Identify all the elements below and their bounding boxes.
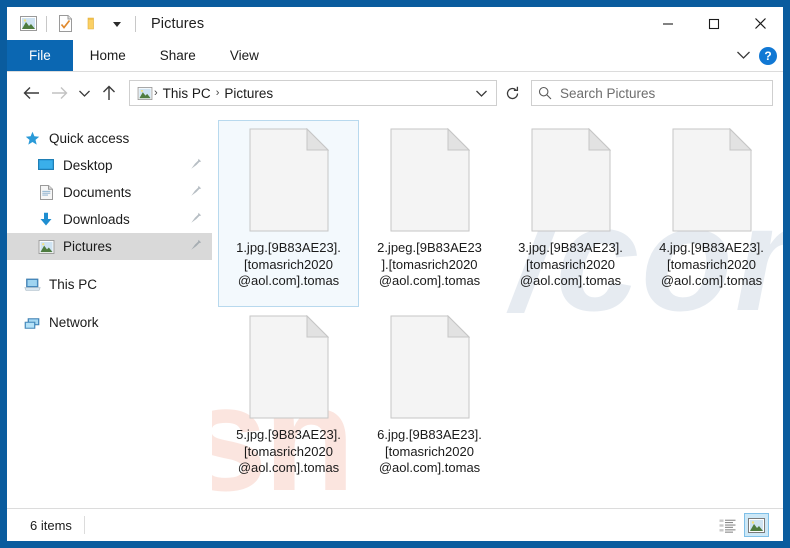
minimize-button[interactable] [645,7,691,40]
chevron-down-icon[interactable] [104,12,130,36]
file-name: 5.jpg.[9B83AE23]. [tomasrich2020 @aol.co… [236,427,341,475]
blank-file-icon [390,314,470,419]
sidebar-item-network[interactable]: Network [7,309,212,336]
search-icon [538,86,552,100]
documents-icon [35,185,57,200]
file-list-pane[interactable]: /com risn 1.jpg.[9B83AE23]. [tomasrich20… [212,114,783,508]
properties-icon[interactable] [52,12,78,36]
file-name: 4.jpg.[9B83AE23]. [tomasrich2020 @aol.co… [659,240,764,288]
help-button[interactable]: ? [759,46,777,65]
file-name: 2.jpeg.[9B83AE23 ].[tomasrich2020 @aol.c… [377,240,482,288]
details-view-button[interactable] [715,513,740,537]
sidebar-label-this-pc: This PC [49,277,98,292]
file-item[interactable]: 5.jpg.[9B83AE23]. [tomasrich2020 @aol.co… [218,307,359,494]
ribbon-tabs: File Home Share View ? [7,40,783,72]
file-name: 6.jpg.[9B83AE23]. [tomasrich2020 @aol.co… [377,427,482,475]
star-icon [21,131,43,146]
blank-file-icon [531,127,611,232]
tab-home[interactable]: Home [73,40,143,71]
sidebar-item-documents[interactable]: Documents [7,179,212,206]
desktop-icon [35,159,57,172]
search-placeholder: Search Pictures [560,85,656,101]
pictures-icon[interactable] [15,12,41,36]
blank-file-icon [390,127,470,232]
file-item[interactable]: 1.jpg.[9B83AE23]. [tomasrich2020 @aol.co… [218,120,359,307]
tab-share[interactable]: Share [143,40,213,71]
downloads-icon [35,212,57,227]
navigation-pane: Quick access Desktop Documents Downloads… [7,114,212,508]
sidebar-label-desktop: Desktop [63,158,113,173]
file-name: 3.jpg.[9B83AE23]. [tomasrich2020 @aol.co… [518,240,623,288]
window-controls [645,7,783,40]
ribbon-right-controls: ? [736,40,777,71]
pin-icon[interactable] [190,211,202,229]
file-item[interactable]: 6.jpg.[9B83AE23]. [tomasrich2020 @aol.co… [359,307,500,494]
blank-file-icon [672,127,752,232]
sidebar-item-this-pc[interactable]: This PC [7,271,212,298]
pin-icon[interactable] [190,238,202,256]
file-grid: 1.jpg.[9B83AE23]. [tomasrich2020 @aol.co… [212,114,783,494]
sidebar-label-downloads: Downloads [63,212,130,227]
title-bar: Pictures [7,7,783,40]
pin-icon[interactable] [190,157,202,175]
this-pc-icon [21,278,43,292]
new-folder-icon[interactable] [78,12,104,36]
blank-file-icon [249,127,329,232]
pictures-icon [35,239,57,254]
sidebar-label-quick-access: Quick access [49,131,130,146]
file-name: 1.jpg.[9B83AE23]. [tomasrich2020 @aol.co… [236,240,341,288]
sidebar-label-pictures: Pictures [63,239,112,254]
quick-access-toolbar [7,12,141,36]
search-input[interactable]: Search Pictures [531,80,773,106]
breadcrumb-this-pc[interactable]: This PC [159,86,215,101]
view-mode-buttons [715,513,775,537]
expand-ribbon-chevron-down-icon[interactable] [736,47,751,65]
sidebar-label-network: Network [49,315,99,330]
pin-icon[interactable] [190,184,202,202]
file-explorer-window: Pictures File Home Share View ? › This P… [0,0,790,548]
tab-file[interactable]: File [7,40,73,71]
large-icons-view-button[interactable] [744,513,769,537]
address-bar-row: › This PC › Pictures Search Pictures [7,72,783,114]
window-title: Pictures [151,15,205,32]
forward-button[interactable] [45,79,73,107]
sidebar-item-downloads[interactable]: Downloads [7,206,212,233]
sidebar-item-pictures[interactable]: Pictures [7,233,212,260]
address-dropdown-chevron-down-icon[interactable] [470,89,492,98]
status-bar: 6 items [7,508,783,541]
maximize-button[interactable] [691,7,737,40]
sidebar-label-documents: Documents [63,185,132,200]
network-icon [21,316,43,330]
explorer-body: Quick access Desktop Documents Downloads… [7,114,783,508]
sidebar-item-desktop[interactable]: Desktop [7,152,212,179]
file-item[interactable]: 4.jpg.[9B83AE23]. [tomasrich2020 @aol.co… [641,120,782,307]
toolbar-divider-2 [135,15,136,32]
recent-locations-chevron-down-icon[interactable] [73,79,95,107]
toolbar-divider [46,15,47,32]
tab-view[interactable]: View [213,40,276,71]
breadcrumb-pictures[interactable]: Pictures [220,86,277,101]
up-button[interactable] [95,79,123,107]
blank-file-icon [249,314,329,419]
sidebar-item-quick-access[interactable]: Quick access [7,125,212,152]
breadcrumb-pictures-icon [137,86,153,100]
file-item[interactable]: 3.jpg.[9B83AE23]. [tomasrich2020 @aol.co… [500,120,641,307]
address-bar[interactable]: › This PC › Pictures [129,80,497,106]
back-button[interactable] [17,79,45,107]
status-divider [83,516,85,534]
refresh-button[interactable] [497,80,527,106]
close-button[interactable] [737,7,783,40]
item-count-label: 6 items [30,517,72,533]
file-item[interactable]: 2.jpeg.[9B83AE23 ].[tomasrich2020 @aol.c… [359,120,500,307]
